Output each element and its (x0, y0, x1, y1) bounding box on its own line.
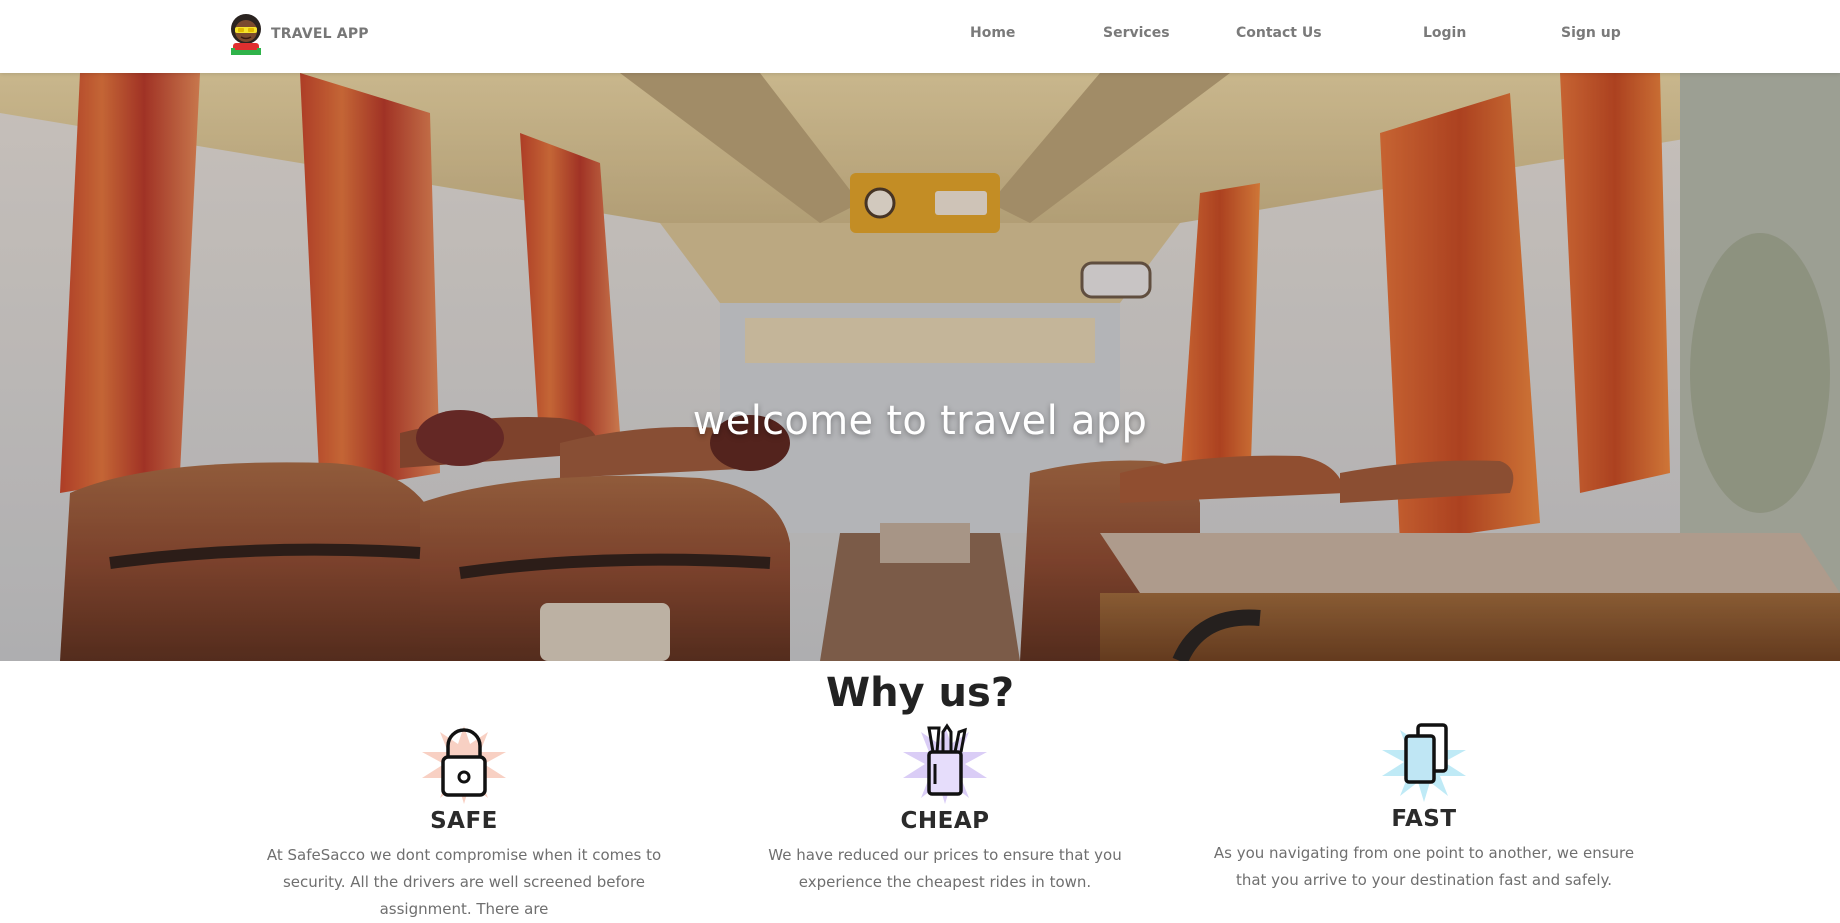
why-us-title: Why us? (825, 670, 1015, 716)
avatar-logo-icon (231, 14, 261, 55)
documents-icon (1382, 723, 1466, 802)
nav-link-sign-up[interactable]: Sign up (1561, 25, 1621, 41)
feature-cheap: CHEAP We have reduced our prices to ensu… (725, 722, 1165, 896)
feature-safe: SAFE At SafeSacco we dont compromise whe… (244, 722, 684, 923)
feature-text-fast: As you navigating from one point to anot… (1213, 844, 1635, 889)
feature-text-cheap: We have reduced our prices to ensure tha… (768, 846, 1122, 891)
feature-fast: FAST As you navigating from one point to… (1204, 720, 1644, 894)
nav-link-services[interactable]: Services (1103, 25, 1170, 41)
bus-interior-image (0, 73, 1840, 661)
hero-banner: welcome to travel app (0, 73, 1840, 661)
hero-title: welcome to travel app (692, 398, 1148, 444)
nav-link-home[interactable]: Home (970, 25, 1015, 41)
navbar: TRAVEL APP Home Services Contact Us Logi… (0, 0, 1840, 73)
brand-link[interactable]: TRAVEL APP (226, 12, 369, 56)
padlock-icon (422, 726, 506, 804)
feature-title-fast: FAST (1391, 806, 1457, 832)
feature-text-safe: At SafeSacco we dont compromise when it … (266, 846, 662, 918)
nav-link-contact-us[interactable]: Contact Us (1236, 25, 1322, 41)
pencil-cup-icon (903, 723, 987, 804)
nav-link-login[interactable]: Login (1423, 25, 1466, 41)
feature-title-safe: SAFE (430, 808, 498, 834)
brand-name: TRAVEL APP (271, 26, 369, 42)
feature-title-cheap: CHEAP (900, 808, 990, 834)
